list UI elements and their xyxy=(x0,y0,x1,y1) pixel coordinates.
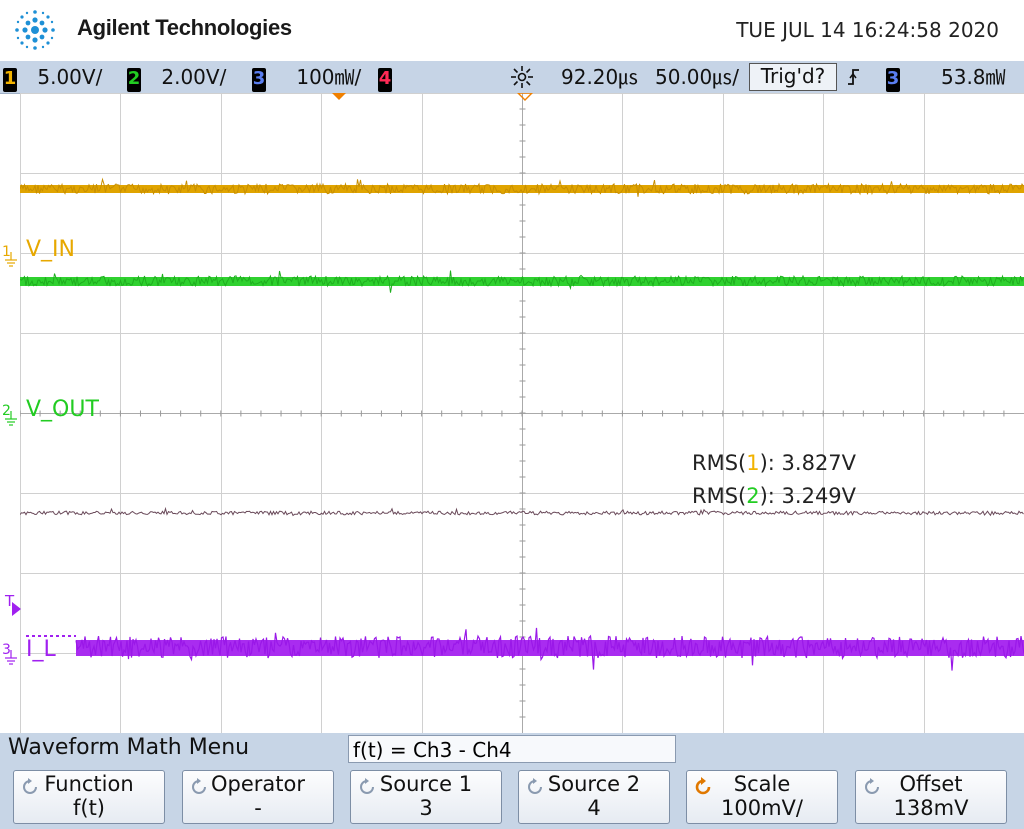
softkey-value: 3 xyxy=(419,796,433,820)
trigger-status: Trig'd? xyxy=(749,63,837,91)
brand-name: Agilent Technologies xyxy=(77,15,292,40)
menu-title: Waveform Math Menu xyxy=(8,735,250,760)
softkey-label: Source 2 xyxy=(547,772,641,796)
ch3-label: I_L xyxy=(26,637,56,662)
ch2-scale: 2.00V/ xyxy=(161,65,227,89)
ch3-scale: 100㎽/ xyxy=(296,65,362,89)
time-delay[interactable]: 92.20㎲ xyxy=(561,65,638,89)
waveform-display[interactable] xyxy=(20,93,1024,733)
softkey-value: f(t) xyxy=(72,796,105,820)
agilent-logo-icon xyxy=(15,10,55,50)
measurement-channel: 1 xyxy=(746,451,760,475)
offset-softkey[interactable]: Offset 138mV xyxy=(855,770,1007,824)
measurement-channel: 2 xyxy=(746,484,760,508)
ch1-indicator[interactable]: 1 5.00V/ xyxy=(3,65,103,92)
ch2-indicator[interactable]: 2 2.00V/ xyxy=(127,65,227,92)
softkey-value: 138mV xyxy=(893,796,969,820)
softkey-value: - xyxy=(254,796,262,820)
measurement-value: ): 3.827V xyxy=(759,451,857,475)
ch1-ground-icon xyxy=(5,252,17,267)
source2-softkey[interactable]: Source 2 4 xyxy=(518,770,670,824)
math-formula: f(t) = Ch3 - Ch4 xyxy=(348,735,676,763)
operator-softkey[interactable]: Operator - xyxy=(182,770,334,824)
measurement-prefix: RMS( xyxy=(692,451,747,475)
rising-edge-icon xyxy=(846,65,862,89)
softkey-label: Function xyxy=(44,772,134,796)
time-reference-icon xyxy=(509,65,535,89)
softkey-label: Offset xyxy=(899,772,963,796)
measurement-value: ): 3.249V xyxy=(759,484,857,508)
source1-softkey[interactable]: Source 1 3 xyxy=(350,770,502,824)
softkey-label: Scale xyxy=(733,772,791,796)
softkey-label: Operator xyxy=(211,772,305,796)
ch2-ground-icon xyxy=(5,411,17,426)
measurement-rms-ch1: RMS(1): 3.827V xyxy=(692,451,856,475)
measurement-prefix: RMS( xyxy=(692,484,747,508)
time-scale[interactable]: 50.00㎲/ xyxy=(655,65,739,89)
ch1-number: 1 xyxy=(3,68,17,92)
softkey-value: 100mV/ xyxy=(721,796,803,820)
waveform-math-menu: Waveform Math Menu f(t) = Ch3 - Ch4 Func… xyxy=(0,733,1024,829)
ch3-indicator[interactable]: 3 100㎽/ xyxy=(252,65,362,92)
softkey-label: Source 1 xyxy=(379,772,473,796)
trigger-source[interactable]: 3 xyxy=(886,65,900,92)
time-reference-marker xyxy=(517,93,533,101)
date-time: TUE JUL 14 16:24:58 2020 xyxy=(736,18,999,42)
softkey-value: 4 xyxy=(587,796,601,820)
trigger-position-marker xyxy=(332,93,346,100)
ch3-number: 3 xyxy=(252,68,266,92)
trigger-level[interactable]: 53.8㎽ xyxy=(941,65,1006,89)
ch2-number: 2 xyxy=(127,68,141,92)
ch4-indicator[interactable]: 4 xyxy=(378,65,392,92)
ch4-number: 4 xyxy=(378,68,392,92)
trigger-source-number: 3 xyxy=(886,68,900,92)
ch4-trace xyxy=(20,506,1024,517)
ch1-label: V_IN xyxy=(26,237,75,262)
scale-softkey[interactable]: Scale 100mV/ xyxy=(686,770,838,824)
traces xyxy=(20,177,1024,671)
ch2-label: V_OUT xyxy=(26,397,99,422)
trigger-level-arrow-icon xyxy=(12,602,21,616)
ch3-ground-icon xyxy=(5,650,17,665)
header: Agilent Technologies TUE JUL 14 16:24:58… xyxy=(0,0,1024,61)
measurement-rms-ch2: RMS(2): 3.249V xyxy=(692,484,856,508)
ch1-scale: 5.00V/ xyxy=(37,65,103,89)
function-softkey[interactable]: Function f(t) xyxy=(13,770,165,824)
status-bar: 1 5.00V/ 2 2.00V/ 3 100㎽/ 4 92.20㎲ 50.00… xyxy=(0,61,1024,94)
